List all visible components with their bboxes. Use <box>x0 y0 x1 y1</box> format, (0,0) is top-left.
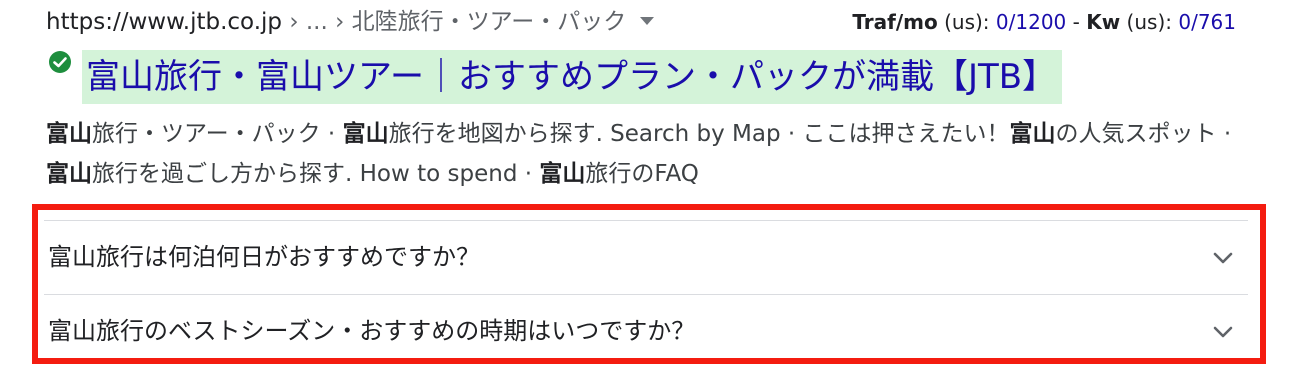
caret-down-icon[interactable] <box>640 16 655 25</box>
snippet-text: 旅行を地図から探す. Search by Map · ここは押さえたい！ <box>388 121 1010 147</box>
snippet-text: 旅行を過ごし方から探す. How to spend · <box>92 161 540 187</box>
result-snippet: 富山旅行・ツアー・パック · 富山旅行を地図から探す. Search by Ma… <box>46 114 1246 194</box>
snippet-text: 旅行のFAQ <box>585 161 699 187</box>
faq-highlight-box: 富山旅行は何泊何日がおすすめですか？ 富山旅行のベストシーズン・おすすめの時期は… <box>32 204 1266 364</box>
snippet-highlight: 富山 <box>46 121 92 147</box>
traffic-region: (us): <box>937 10 996 34</box>
snippet-text: 旅行・ツアー・パック · <box>92 121 343 147</box>
breadcrumb-separator: › <box>282 9 306 35</box>
breadcrumb-ellipsis: ... <box>305 9 328 35</box>
faq-item[interactable]: 富山旅行のベストシーズン・おすすめの時期はいつですか？ <box>44 294 1248 369</box>
metrics-dash: - <box>1066 10 1087 34</box>
breadcrumb-separator: › <box>327 9 352 35</box>
keywords-region: (us): <box>1120 10 1179 34</box>
snippet-highlight: 富山 <box>1009 121 1056 147</box>
result-header: https://www.jtb.co.jp › ... › 北陸旅行・ツアー・パ… <box>46 6 1246 38</box>
breadcrumb[interactable]: https://www.jtb.co.jp › ... › 北陸旅行・ツアー・パ… <box>46 6 655 38</box>
seo-metrics: Traf/mo (us): 0/1200 - Kw (us): 0/761 <box>852 6 1236 38</box>
snippet-text: の人気スポット · <box>1055 121 1232 147</box>
check-circle-icon <box>49 51 71 73</box>
faq-question: 富山旅行のベストシーズン・おすすめの時期はいつですか？ <box>48 317 696 345</box>
breadcrumb-domain[interactable]: https://www.jtb.co.jp <box>46 9 282 35</box>
breadcrumb-path[interactable]: 北陸旅行・ツアー・パック <box>352 9 627 35</box>
result-title-link[interactable]: 富山旅行・富山ツアー｜おすすめプラン・パックが満載【JTB】 <box>82 50 1063 104</box>
keywords-value[interactable]: 0/761 <box>1178 10 1236 34</box>
snippet-highlight: 富山 <box>539 161 586 187</box>
keywords-label: Kw <box>1086 10 1121 34</box>
chevron-down-icon[interactable] <box>1212 321 1234 343</box>
faq-question: 富山旅行は何泊何日がおすすめですか？ <box>48 243 480 271</box>
snippet-highlight: 富山 <box>46 161 92 187</box>
snippet-highlight: 富山 <box>342 121 389 147</box>
traffic-label: Traf/mo <box>852 10 938 34</box>
faq-item[interactable]: 富山旅行は何泊何日がおすすめですか？ <box>44 220 1248 295</box>
chevron-down-icon[interactable] <box>1212 247 1234 269</box>
traffic-value[interactable]: 0/1200 <box>996 10 1066 34</box>
